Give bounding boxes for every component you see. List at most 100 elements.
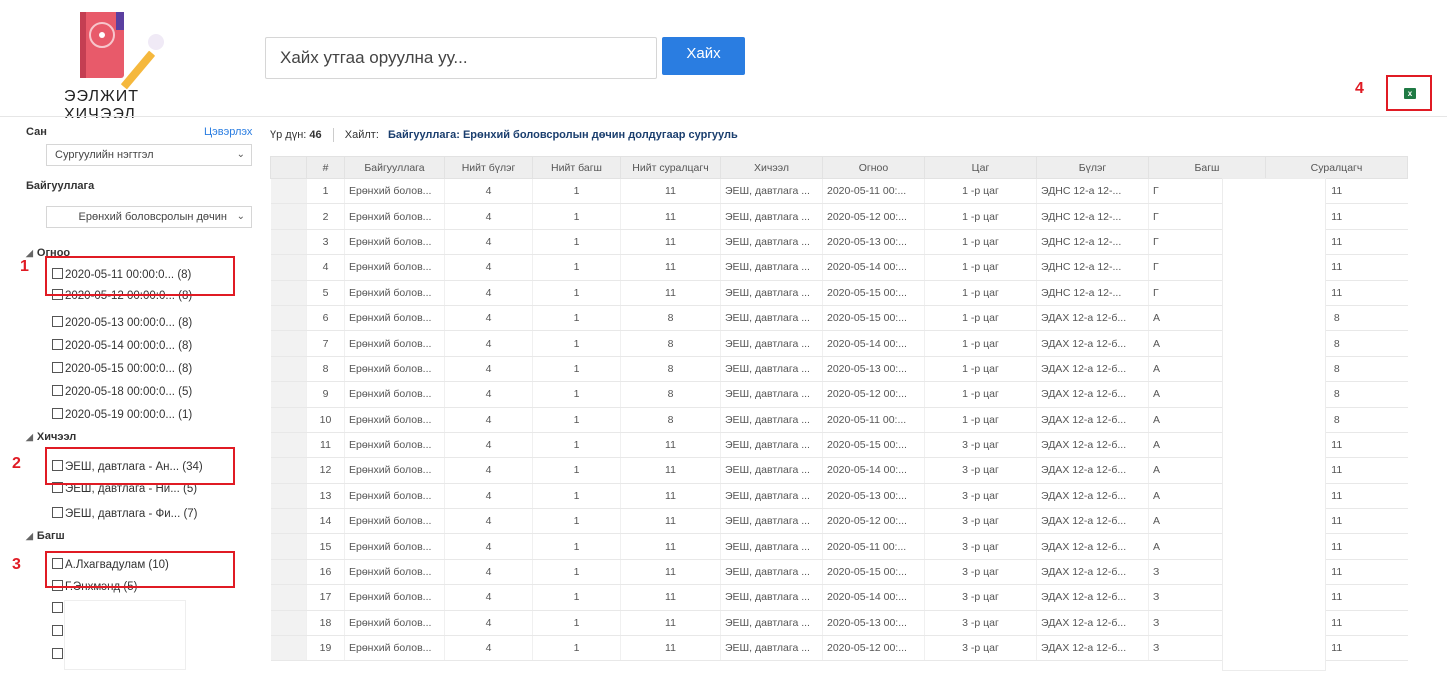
search-input[interactable]: Хайх утгаа оруулна уу... <box>265 37 657 79</box>
header-divider <box>0 116 1447 117</box>
table-cell: ЭДАХ 12-а 12-б... <box>1036 457 1149 484</box>
table-cell: Ерөнхий болов... <box>344 407 445 433</box>
table-cell: 5 <box>306 280 345 306</box>
row-handle[interactable] <box>270 457 307 484</box>
table-cell: 11 <box>620 203 721 230</box>
table-cell: 2020-05-14 00:... <box>822 330 925 357</box>
row-handle[interactable] <box>270 381 307 408</box>
filter-value: Байгууллага: Ерөнхий боловсролын дөчин д… <box>387 128 738 141</box>
row-handle[interactable] <box>270 330 307 357</box>
teacher-group-label: Багш <box>36 530 65 542</box>
date-checkbox[interactable]: 2020-05-14 00:00:0... (8) <box>52 339 192 352</box>
table-cell: 4 <box>444 381 533 408</box>
row-handle[interactable] <box>270 178 307 205</box>
column-header[interactable]: Огноо <box>822 156 925 179</box>
table-cell: ЭЕШ, давтлага ... <box>720 254 823 281</box>
table-cell: 2020-05-14 00:... <box>822 254 925 281</box>
chevron-down-icon: ⌄ <box>236 149 245 160</box>
table-cell: 4 <box>306 254 345 281</box>
tooltip-popup <box>64 600 186 670</box>
table-cell: 1 <box>532 330 621 357</box>
date-checkbox[interactable]: 2020-05-13 00:00:0... (8) <box>52 316 192 329</box>
row-handle[interactable] <box>270 508 307 535</box>
column-header[interactable]: Бүлэг <box>1036 156 1149 179</box>
column-header[interactable]: # <box>306 156 345 179</box>
table-cell: 11 <box>620 254 721 281</box>
table-cell: Ерөнхий болов... <box>344 533 445 560</box>
column-header[interactable]: Байгууллага <box>344 156 445 179</box>
table-cell: ЭДАХ 12-а 12-б... <box>1036 483 1149 510</box>
clear-link[interactable]: Цэвэрлэх <box>204 126 252 138</box>
table-cell: 2020-05-12 00:... <box>822 635 925 662</box>
table-cell: 2020-05-15 00:... <box>822 559 925 586</box>
teacher-group-header[interactable]: ◢ Багш <box>26 530 65 542</box>
table-cell: ЭЕШ, давтлага ... <box>720 330 823 357</box>
org-select-value: Ерөнхий боловсролын дөчин <box>78 211 227 223</box>
table-cell: 2020-05-15 00:... <box>822 280 925 306</box>
annotation-box-2 <box>45 447 235 485</box>
column-header[interactable]: Нийт бүлэг <box>444 156 533 179</box>
table-cell: 8 <box>620 305 721 332</box>
row-handle[interactable] <box>270 610 307 637</box>
row-handle[interactable] <box>270 229 307 256</box>
row-handle[interactable] <box>270 635 307 662</box>
table-cell: 1 <box>532 280 621 306</box>
table-cell: ЭЕШ, давтлага ... <box>720 432 823 459</box>
column-header[interactable]: Суралцагч <box>1265 156 1408 179</box>
column-header[interactable]: Нийт суралцагч <box>620 156 721 179</box>
search-button[interactable]: Хайх <box>662 37 745 75</box>
table-cell: Ерөнхий болов... <box>344 483 445 510</box>
column-header[interactable]: Багш <box>1148 156 1266 179</box>
table-cell: 2020-05-15 00:... <box>822 432 925 459</box>
table-cell: 11 <box>620 533 721 560</box>
checkbox-icon <box>52 602 63 613</box>
result-count-label: Үр дүн: <box>270 128 307 141</box>
date-checkbox[interactable]: 2020-05-15 00:00:0... (8) <box>52 362 192 375</box>
row-handle[interactable] <box>270 407 307 433</box>
san-label: Сан <box>26 126 47 138</box>
date-label: 2020-05-13 00:00:0... (8) <box>65 317 193 329</box>
table-cell: ЭДНС 12-а 12-... <box>1036 229 1149 256</box>
column-header[interactable]: Хичээл <box>720 156 823 179</box>
table-cell: ЭДАХ 12-а 12-б... <box>1036 584 1149 611</box>
table-cell: ЭЕШ, давтлага ... <box>720 305 823 332</box>
table-cell: 13 <box>306 483 345 510</box>
row-handle[interactable] <box>270 356 307 383</box>
table-cell: 4 <box>444 280 533 306</box>
row-handle[interactable] <box>270 203 307 230</box>
annotation-marker-4: 4 <box>1355 80 1364 97</box>
subject-checkbox[interactable]: ЭЕШ, давтлага - Фи... (7) <box>52 507 198 520</box>
table-cell: ЭДНС 12-а 12-... <box>1036 254 1149 281</box>
excel-export-button[interactable]: x <box>1386 75 1432 111</box>
san-select[interactable]: Сургуулийн нэгтгэл ⌄ <box>46 144 252 166</box>
collapse-icon: ◢ <box>26 248 33 258</box>
table-cell: Ерөнхий болов... <box>344 203 445 230</box>
table-cell: 2020-05-11 00:... <box>822 533 925 560</box>
row-handle[interactable] <box>270 254 307 281</box>
table-cell: 4 <box>444 229 533 256</box>
date-checkbox[interactable]: 2020-05-18 00:00:0... (5) <box>52 385 192 398</box>
table-cell: 8 <box>620 356 721 383</box>
row-handle[interactable] <box>270 432 307 459</box>
row-handle[interactable] <box>270 559 307 586</box>
table-cell: 8 <box>306 356 345 383</box>
bookmark-icon <box>116 12 124 30</box>
table-cell: ЭЕШ, давтлага ... <box>720 584 823 611</box>
table-cell: ЭЕШ, давтлага ... <box>720 610 823 637</box>
column-header[interactable]: Цаг <box>924 156 1037 179</box>
table-cell: ЭДАХ 12-а 12-б... <box>1036 635 1149 662</box>
table-cell: 1 -р цаг <box>924 229 1037 256</box>
table-cell: ЭДАХ 12-а 12-б... <box>1036 356 1149 383</box>
row-handle[interactable] <box>270 483 307 510</box>
row-handle[interactable] <box>270 280 307 306</box>
date-checkbox[interactable]: 2020-05-19 00:00:0... (1) <box>52 408 192 421</box>
row-handle[interactable] <box>270 533 307 560</box>
table-cell: 11 <box>620 610 721 637</box>
row-handle[interactable] <box>270 305 307 332</box>
org-label: Байгууллага <box>26 180 95 192</box>
row-handle[interactable] <box>270 584 307 611</box>
column-header[interactable]: Нийт багш <box>532 156 621 179</box>
subject-group-header[interactable]: ◢ Хичээл <box>26 431 76 443</box>
annotation-box-3 <box>45 551 235 588</box>
org-select[interactable]: Ерөнхий боловсролын дөчин ⌄ <box>46 206 252 228</box>
